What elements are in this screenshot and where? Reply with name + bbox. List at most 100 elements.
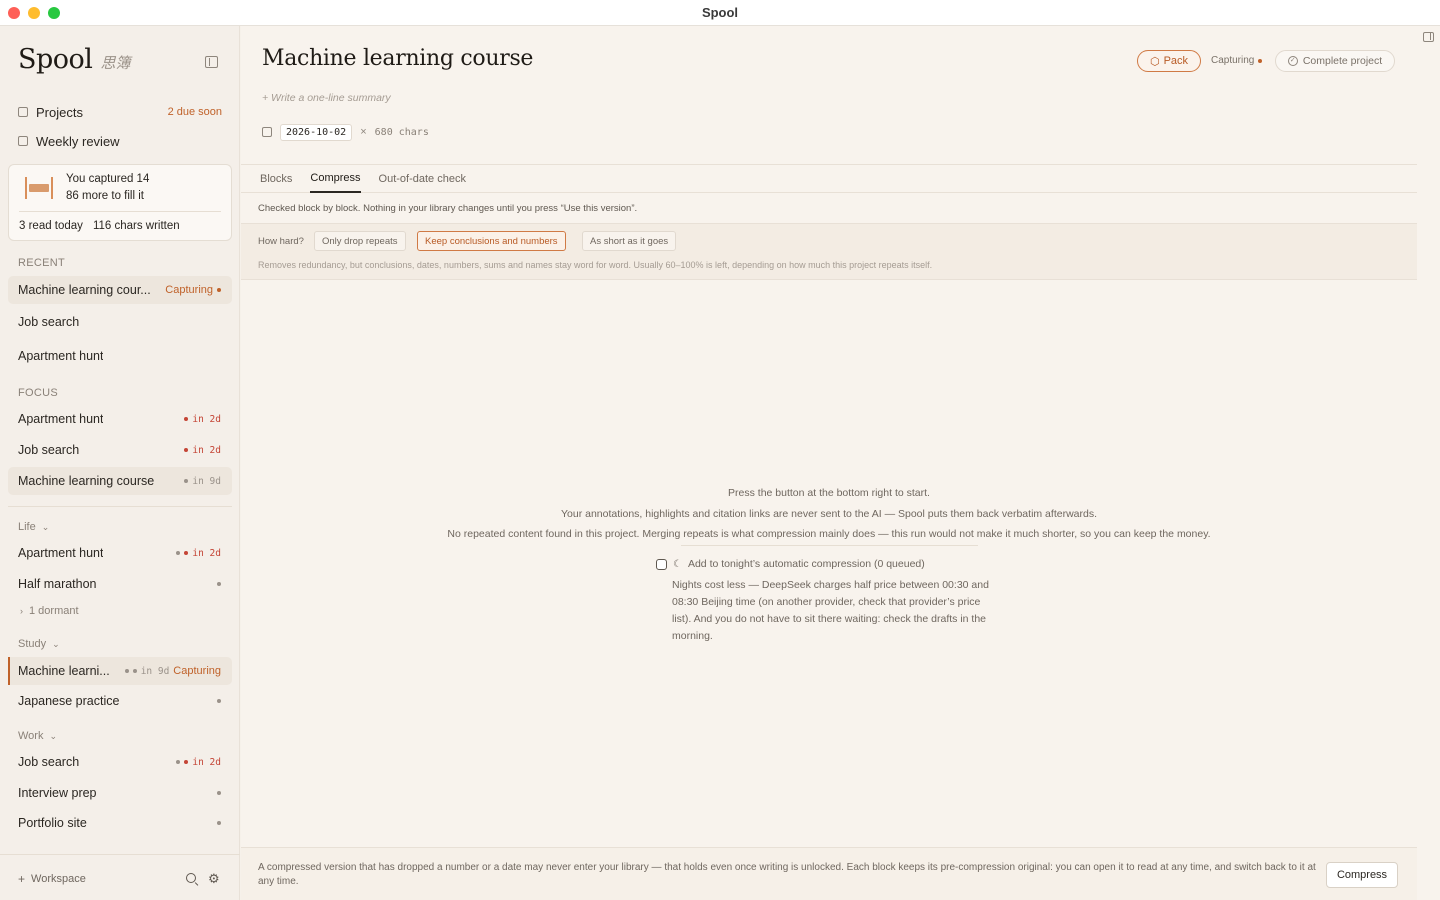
pack-label: Pack	[1163, 55, 1189, 67]
right-panel-toggle-icon[interactable]	[1423, 32, 1434, 42]
recent-item-job-search[interactable]: Job search	[8, 308, 232, 336]
due-label: in 2d	[192, 413, 221, 425]
focus-item-ml-course[interactable]: Machine learning course in 9d	[8, 467, 232, 495]
complete-label: Complete project	[1302, 55, 1383, 67]
item-label: Apartment hunt	[18, 546, 104, 560]
due-dot	[184, 760, 189, 764]
tab-bar: Blocks Compress Out-of-date check	[241, 164, 1417, 193]
group-label: Life	[18, 521, 36, 533]
gear-icon[interactable]: ⚙	[208, 871, 220, 887]
page-title: Machine learning course	[262, 46, 534, 71]
bottom-bar: A compressed version that has dropped a …	[241, 847, 1417, 900]
compress-button[interactable]: Compress	[1326, 862, 1398, 888]
chars-written: 116 chars written	[92, 220, 180, 232]
chevron-down-icon: ⌄	[41, 521, 50, 532]
group-study-header[interactable]: Study ⌄	[18, 638, 60, 650]
dormant-toggle[interactable]: › 1 dormant	[20, 605, 79, 617]
due-dot	[132, 669, 137, 673]
no-repeats-note: No repeated content found in this projec…	[447, 528, 1211, 540]
work-item-interview-prep[interactable]: Interview prep	[8, 779, 232, 807]
tab-blocks[interactable]: Blocks	[260, 164, 292, 193]
due-label: in 2d	[192, 444, 221, 456]
summary-input[interactable]: + Write a one-line summary	[262, 92, 391, 104]
item-label: Job search	[18, 755, 80, 769]
tonight-label: Add to tonight’s automatic compression (…	[687, 558, 925, 570]
study-item-ml-course[interactable]: Machine learni... in 9d Capturing	[8, 657, 232, 685]
complete-project-button[interactable]: ✓ Complete project	[1275, 50, 1395, 72]
progress-bar-icon	[25, 177, 53, 199]
collapse-sidebar-icon[interactable]	[205, 56, 218, 68]
due-label: in 9d	[140, 665, 170, 677]
window-titlebar: Spool	[0, 0, 1440, 26]
work-item-portfolio[interactable]: Portfolio site	[8, 809, 232, 837]
brand-name: Spool	[18, 44, 93, 75]
brand-subtitle: 思簿	[100, 54, 131, 72]
grid-icon	[18, 107, 28, 117]
item-label: Job search	[18, 315, 80, 329]
zoom-window-button[interactable]	[48, 7, 60, 19]
due-date-field[interactable]: 2026-10-02	[280, 123, 353, 141]
status-dot	[217, 821, 221, 825]
traffic-lights	[8, 7, 60, 19]
chevron-down-icon: ⌄	[52, 638, 60, 649]
due-dot	[184, 448, 189, 452]
item-label: Machine learning course	[18, 474, 155, 488]
clear-date-icon[interactable]: ×	[360, 126, 366, 138]
life-item-half-marathon[interactable]: Half marathon	[8, 570, 232, 598]
start-hint: Press the button at the bottom right to …	[728, 487, 930, 499]
minimize-window-button[interactable]	[28, 7, 40, 19]
read-today: 3 read today	[19, 220, 83, 232]
sidebar-footer: + Workspace ⚙	[0, 854, 240, 900]
focus-heading: FOCUS	[18, 387, 58, 399]
divider	[681, 545, 978, 546]
box-icon: ⬡	[1149, 55, 1160, 68]
brand: Spool 思簿	[18, 44, 130, 75]
focus-item-apartment-hunt[interactable]: Apartment hunt in 2d	[8, 405, 232, 433]
search-icon[interactable]	[186, 873, 196, 883]
option-only-drop-repeats[interactable]: Only drop repeats	[314, 231, 406, 251]
status-dot	[217, 288, 221, 292]
tab-compress[interactable]: Compress	[310, 164, 361, 193]
hardness-panel: How hard? Only drop repeats Keep conclus…	[241, 223, 1417, 280]
window-title: Spool	[701, 5, 739, 20]
group-work-header[interactable]: Work ⌄	[18, 730, 57, 742]
chevron-down-icon: ⌄	[49, 730, 58, 741]
moon-icon: ☾	[673, 558, 682, 570]
chevron-right-icon: ›	[20, 606, 23, 616]
workspace-button[interactable]: + Workspace	[18, 872, 86, 886]
close-window-button[interactable]	[8, 7, 20, 19]
tonight-option[interactable]: ☾ Add to tonight’s automatic compression…	[656, 558, 925, 570]
item-label: Job search	[18, 443, 80, 457]
compress-info: Checked block by block. Nothing in your …	[258, 203, 638, 214]
capture-stats: 3 read today 116 chars written	[19, 220, 180, 232]
item-label: Japanese practice	[18, 694, 120, 708]
dormant-label: 1 dormant	[29, 605, 79, 617]
capturing-badge: Capturing	[173, 665, 221, 677]
tonight-checkbox[interactable]	[656, 558, 667, 570]
option-as-short-as-it-goes[interactable]: As short as it goes	[582, 231, 677, 251]
capture-card: You captured 14 86 more to fill it 3 rea…	[8, 164, 232, 241]
due-dot	[184, 417, 189, 421]
status-dot	[217, 582, 221, 586]
divider	[19, 211, 221, 212]
life-item-apartment-hunt[interactable]: Apartment hunt in 2d	[8, 539, 232, 567]
recent-item-apartment-hunt[interactable]: Apartment hunt	[8, 342, 232, 370]
study-item-japanese[interactable]: Japanese practice	[8, 687, 232, 715]
recent-item-ml-course[interactable]: Machine learning cour... Capturing	[8, 276, 232, 304]
tab-out-of-date-check[interactable]: Out-of-date check	[379, 164, 466, 193]
nav-weekly-review[interactable]: Weekly review	[18, 130, 222, 152]
due-soon-badge: 2 due soon	[167, 106, 222, 118]
focus-item-job-search[interactable]: Job search in 2d	[8, 436, 232, 464]
calendar-icon	[262, 127, 272, 137]
nav-weekly-label: Weekly review	[36, 133, 120, 149]
group-label: Study	[18, 638, 47, 650]
nav-projects[interactable]: Projects 2 due soon	[18, 101, 222, 123]
due-label: in 9d	[192, 475, 221, 487]
status-dot	[124, 669, 129, 673]
empty-state: Press the button at the bottom right to …	[241, 483, 1417, 545]
capture-count: You captured 14	[66, 173, 150, 185]
option-keep-conclusions[interactable]: Keep conclusions and numbers	[417, 231, 566, 251]
work-item-job-search[interactable]: Job search in 2d	[8, 748, 232, 776]
pack-button[interactable]: ⬡ Pack	[1137, 50, 1201, 72]
group-life-header[interactable]: Life ⌄	[18, 521, 49, 533]
